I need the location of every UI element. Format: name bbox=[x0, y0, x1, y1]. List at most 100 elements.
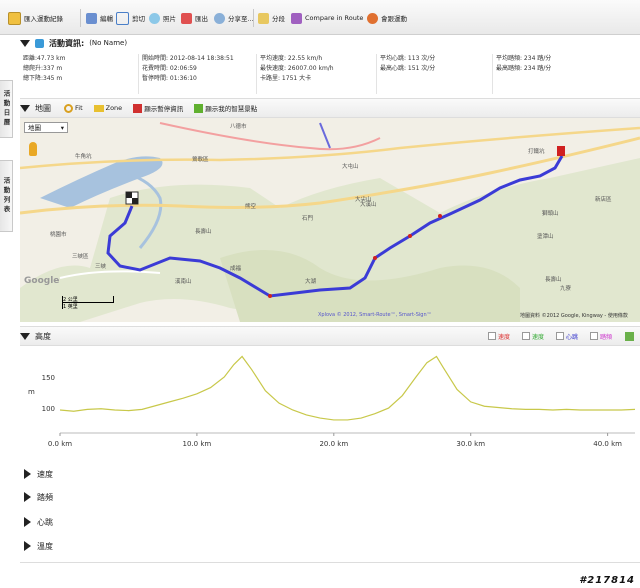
pause-flag-icon bbox=[133, 103, 143, 113]
elevation-chart: 0.0 km 10.0 km 20.0 km 30.0 km 40.0 km 100 150… bbox=[20, 345, 640, 455]
stats-col-time: 開始時間: 2012-08-14 18:38:51 花費時間: 02:06:59 暫… bbox=[138, 54, 234, 94]
pencil-icon bbox=[86, 12, 97, 24]
import-button[interactable]: 匯入運動紀錄 bbox=[8, 10, 63, 26]
tab-activity-calendar[interactable]: 活動日曆 bbox=[0, 80, 13, 138]
x-tick-label: 0.0 km bbox=[48, 440, 72, 448]
fit-button[interactable]: Fit bbox=[64, 103, 83, 113]
edit-button[interactable]: 編輯 bbox=[86, 10, 113, 26]
split-button[interactable]: 分段 bbox=[258, 10, 285, 26]
export-button[interactable]: 匯出 bbox=[181, 10, 208, 26]
runner-icon bbox=[367, 12, 378, 24]
photo-icon bbox=[149, 12, 160, 24]
collapse-arrow-icon bbox=[20, 332, 30, 340]
map-place-label: 長壽山 bbox=[545, 275, 562, 283]
cadence-section-header[interactable]: 踏頻 bbox=[24, 490, 624, 504]
stats-col-speed: 平均速度: 22.55 km/h 最快速度: 26007.00 km/h 卡路里: … bbox=[256, 54, 334, 94]
map-place-label: 成福 bbox=[230, 264, 242, 272]
map-place-label: 新店區 bbox=[595, 195, 612, 203]
map-view[interactable]: 八德市 鶯歌區 牛角坑 三峽區 桃園市 長壽山 熊空 大溪山 大尖山 大屯山 打鐵坑 新店區 獅頭山 塗潭… bbox=[20, 118, 640, 322]
map-place-label: 獅頭山 bbox=[542, 209, 559, 217]
smart-point-icon bbox=[194, 103, 204, 113]
y-axis-label: m bbox=[28, 388, 35, 396]
speed-checkbox[interactable]: 速度 bbox=[487, 332, 510, 341]
toolbar: 匯入運動紀錄 編輯 剪切 照片 匯出 分享至... 分段 Compare in … bbox=[0, 0, 640, 35]
heart-rate-checkbox[interactable]: 心跳 bbox=[555, 332, 578, 341]
cadence-checkbox[interactable]: 踏頻 bbox=[589, 332, 612, 341]
collapse-arrow-icon bbox=[20, 104, 30, 112]
map-place-label: 熊空 bbox=[245, 202, 257, 210]
chart-export-icon[interactable] bbox=[625, 331, 634, 341]
x-tick-label: 30.0 km bbox=[456, 440, 485, 448]
show-points-button[interactable]: 顯示我的智慧景點 bbox=[194, 103, 257, 113]
checkbox-box bbox=[555, 332, 564, 340]
map-section-header[interactable]: 地圖 Fit Zone 顯示暫停資訊 顯示我的智慧景點 bbox=[20, 98, 640, 118]
speed-section-header[interactable]: 速度 bbox=[24, 467, 624, 481]
divider bbox=[20, 562, 640, 563]
elevation-section-header[interactable]: 高度 速度 速度 心跳 踏頻 bbox=[20, 326, 640, 346]
elevation-chart-svg: 0.0 km 10.0 km 20.0 km 30.0 km 40.0 km 100 150… bbox=[28, 355, 636, 448]
show-pause-button[interactable]: 顯示暫停資訊 bbox=[133, 103, 183, 113]
y-tick-label: 100 bbox=[42, 405, 55, 413]
watermark-id: #217814 bbox=[579, 575, 635, 586]
x-tick-label: 10.0 km bbox=[183, 440, 212, 448]
temperature-section-header[interactable]: 溫度 bbox=[24, 539, 624, 553]
map-place-label: 大尖山 bbox=[355, 195, 372, 203]
export-icon bbox=[181, 12, 192, 24]
map-place-label: 大屯山 bbox=[342, 162, 359, 170]
map-place-label: 打鐵坑 bbox=[528, 147, 545, 155]
map-place-label: 塗潭山 bbox=[537, 232, 554, 240]
checkbox-box bbox=[589, 332, 598, 340]
target-icon bbox=[64, 103, 73, 113]
zone-icon bbox=[93, 104, 104, 112]
crop-icon bbox=[116, 11, 129, 25]
stats-col-cadence: 平均踏頻: 234 踏/分 最高踏頻: 234 踏/分 bbox=[492, 54, 551, 94]
heart-rate-section-header[interactable]: 心跳 bbox=[24, 515, 624, 529]
share-button[interactable]: 分享至... bbox=[214, 10, 254, 26]
expand-arrow-icon bbox=[24, 469, 31, 479]
map-attribution-right[interactable]: 地圖資料 ©2012 Google, Kingway - 使用條款 bbox=[520, 312, 628, 319]
toolbar-separator bbox=[253, 9, 254, 27]
street-view-pegman-icon[interactable] bbox=[29, 142, 37, 156]
compare-route-button[interactable]: Compare in Route bbox=[291, 10, 363, 26]
photo-button[interactable]: 照片 bbox=[149, 10, 176, 26]
google-logo: Google bbox=[24, 276, 60, 286]
stats-col-heart: 平均心跳: 113 次/分 最高心跳: 151 次/分 bbox=[376, 54, 435, 94]
cut-button[interactable]: 剪切 bbox=[116, 10, 145, 26]
map-type-select[interactable]: 地圖 ▾ bbox=[24, 122, 68, 133]
map-place-label: 九寮 bbox=[560, 284, 572, 292]
map-place-label: 牛角坑 bbox=[75, 152, 92, 160]
activity-stats: 距離:47.73 km 總爬升:337 m 總下降:345 m 開始時間: 2012… bbox=[20, 54, 640, 94]
map-canvas[interactable]: 八德市鶯歌區牛角坑三峽區桃園市 長壽山熊空 大溪山大尖山大屯山打鐵坑新店區獅頭山塗潭… bbox=[20, 118, 640, 322]
split-icon bbox=[258, 12, 269, 24]
map-place-label: 八德市 bbox=[230, 122, 247, 130]
speed2-checkbox[interactable]: 速度 bbox=[521, 332, 544, 341]
map-place-label: 溪南山 bbox=[175, 277, 192, 285]
tab-activity-list[interactable]: 活動列表 bbox=[0, 160, 13, 232]
y-tick-label: 150 bbox=[42, 374, 55, 382]
x-tick-label: 20.0 km bbox=[319, 440, 348, 448]
x-tick-label: 40.0 km bbox=[593, 440, 622, 448]
activity-info-header[interactable]: 活動資訊: (No Name) bbox=[20, 35, 640, 51]
share-icon bbox=[214, 12, 225, 24]
stats-col-distance: 距離:47.73 km 總爬升:337 m 總下降:345 m bbox=[23, 55, 66, 82]
checkbox-box bbox=[487, 332, 496, 340]
edit-name-icon[interactable] bbox=[35, 38, 44, 48]
training-button[interactable]: 會跟運動 bbox=[367, 10, 407, 26]
map-place-label: 石門 bbox=[302, 215, 314, 222]
map-scale: 2 公里 1 英里 bbox=[62, 296, 122, 316]
expand-arrow-icon bbox=[24, 517, 31, 527]
import-icon bbox=[8, 11, 21, 25]
checkbox-box bbox=[521, 332, 530, 340]
expand-arrow-icon bbox=[24, 541, 31, 551]
collapse-arrow-icon bbox=[20, 39, 30, 47]
map-place-label: 大湖 bbox=[305, 277, 317, 285]
zone-button[interactable]: Zone bbox=[93, 104, 122, 112]
end-flag-icon bbox=[557, 146, 565, 156]
toolbar-separator bbox=[80, 9, 81, 27]
chevron-down-icon: ▾ bbox=[60, 124, 64, 132]
expand-arrow-icon bbox=[24, 492, 31, 502]
map-place-label: 長壽山 bbox=[195, 227, 212, 235]
route-compare-icon bbox=[291, 12, 302, 24]
map-place-label: 三峽區 bbox=[72, 252, 89, 260]
map-attribution-left[interactable]: Xplova © 2012, Smart-Route™, Smart-Sign™ bbox=[318, 312, 432, 318]
